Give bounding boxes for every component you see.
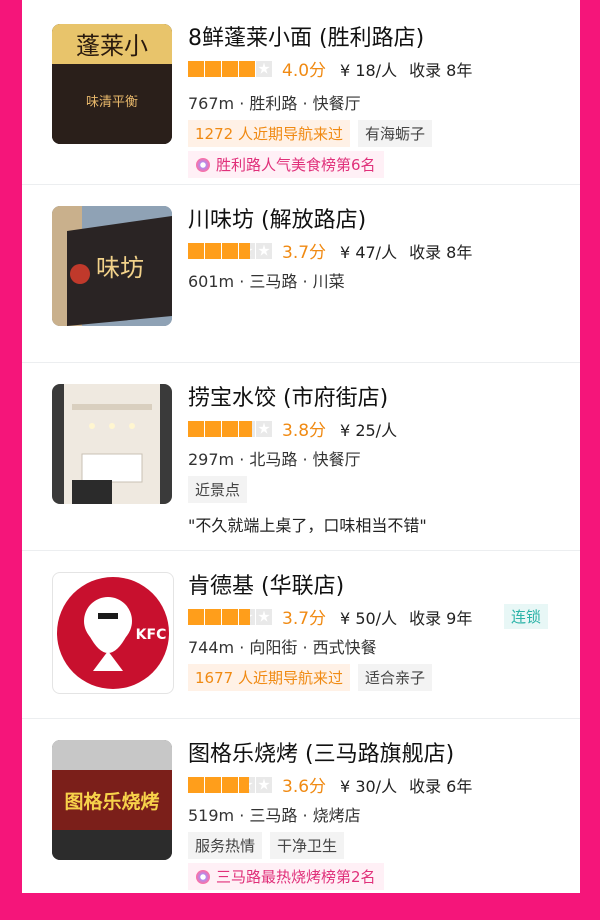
tag-list: 近景点 (188, 476, 248, 503)
star-icon (205, 608, 221, 625)
feature-tag: 服务热情 (188, 832, 263, 859)
score: 3.7分 (282, 243, 327, 263)
feature-tag: 适合亲子 (357, 664, 432, 691)
review-quote: "不久就端上桌了，口味相当不错" (188, 516, 427, 535)
feature-tag: 近景点 (188, 476, 248, 503)
star-icon (239, 608, 255, 625)
results-list: 蓬莱小 味清平衡 8鲜蓬莱小面 (胜利路店) 4.0分 ¥ 18/人 收录 8年… (22, 0, 580, 893)
star-icon (205, 420, 221, 437)
divider (22, 718, 580, 719)
feature-tag: 干净卫生 (270, 832, 345, 859)
photo-sub-text: 味清平衡 (86, 95, 138, 110)
star-icon (188, 776, 204, 793)
location-meta: 767m · 胜利路 · 快餐厅 (188, 94, 361, 113)
ranking-text: 三马路最热烧烤榜第2名 (216, 868, 376, 886)
star-icon (256, 776, 272, 793)
photo-sign-text: 图格乐烧烤 (64, 790, 159, 813)
star-icon (256, 420, 272, 437)
star-rating (188, 608, 272, 625)
restaurant-photo[interactable] (52, 384, 172, 504)
star-icon (188, 420, 204, 437)
listed-years: 收录 9年 (409, 608, 473, 628)
rating-row: 4.0分 ¥ 18/人 收录 8年 (188, 56, 484, 81)
location-meta: 601m · 三马路 · 川菜 (188, 272, 345, 291)
listed-years: 收录 8年 (409, 242, 473, 262)
rating-row: 3.8分 ¥ 25/人 (188, 416, 409, 441)
star-icon (239, 776, 255, 793)
restaurant-photo[interactable]: 图格乐烧烤 (52, 740, 172, 860)
photo-sign-text: KFC (136, 627, 167, 643)
price: ¥ 25/人 (340, 420, 398, 440)
list-item[interactable]: KFC 肯德基 (华联店) 3.7分 ¥ 50/人 收录 9年 连锁 744m … (22, 550, 580, 728)
ranking-badge[interactable]: 胜利路人气美食榜第6名 (188, 151, 384, 178)
location-meta: 519m · 三马路 · 烧烤店 (188, 806, 361, 825)
restaurant-name[interactable]: 图格乐烧烤 (三马路旗舰店) (188, 736, 454, 768)
ranking-text: 胜利路人气美食榜第6名 (216, 156, 376, 174)
star-icon (222, 608, 238, 625)
star-icon (256, 60, 272, 77)
divider (22, 550, 580, 551)
photo-sign-text: 蓬莱小 (76, 32, 148, 60)
nav-count-tag: 1272 人近期导航来过 (188, 120, 350, 147)
divider (22, 184, 580, 185)
restaurant-photo[interactable]: 蓬莱小 味清平衡 (52, 24, 172, 144)
rating-row: 3.6分 ¥ 30/人 收录 6年 (188, 772, 484, 797)
price: ¥ 50/人 (340, 608, 398, 628)
ranking-badge[interactable]: 三马路最热烧烤榜第2名 (188, 863, 384, 890)
nav-count-tag: 1677 人近期导航来过 (188, 664, 350, 691)
feature-tag: 有海蛎子 (357, 120, 432, 147)
ranking-icon (196, 157, 210, 172)
location-meta: 297m · 北马路 · 快餐厅 (188, 450, 361, 469)
star-icon (239, 242, 255, 259)
listed-years: 收录 6年 (409, 776, 473, 796)
ranking-icon (196, 869, 210, 884)
price: ¥ 47/人 (340, 242, 398, 262)
photo-sign-text: 味坊 (96, 254, 144, 282)
price: ¥ 30/人 (340, 776, 398, 796)
list-item[interactable]: 捞宝水饺 (市府街店) 3.8分 ¥ 25/人 297m · 北马路 · 快餐厅… (22, 362, 580, 540)
listed-years: 收录 8年 (409, 60, 473, 80)
star-rating (188, 242, 272, 259)
restaurant-name[interactable]: 捞宝水饺 (市府街店) (188, 380, 388, 412)
tag-list: 1272 人近期导航来过 有海蛎子 (188, 120, 432, 147)
rating-row: 3.7分 ¥ 47/人 收录 8年 (188, 238, 484, 263)
star-icon (239, 420, 255, 437)
star-icon (188, 60, 204, 77)
star-rating (188, 60, 272, 77)
score: 3.7分 (282, 609, 327, 629)
star-icon (188, 242, 204, 259)
score: 3.6分 (282, 777, 327, 797)
restaurant-name[interactable]: 8鲜蓬莱小面 (胜利路店) (188, 20, 424, 52)
star-rating (188, 420, 272, 437)
tag-list: 服务热情 干净卫生 (188, 832, 345, 859)
star-icon (205, 776, 221, 793)
restaurant-name[interactable]: 肯德基 (华联店) (188, 568, 344, 600)
location-meta: 744m · 向阳街 · 西式快餐 (188, 638, 377, 657)
restaurant-photo[interactable]: 味坊 (52, 206, 172, 326)
restaurant-photo[interactable]: KFC (52, 572, 174, 694)
price: ¥ 18/人 (340, 60, 398, 80)
tag-list: 1677 人近期导航来过 适合亲子 (188, 664, 432, 691)
star-icon (222, 60, 238, 77)
score: 3.8分 (282, 421, 327, 441)
star-icon (222, 776, 238, 793)
chain-badge: 连锁 (503, 604, 548, 629)
score: 4.0分 (282, 61, 327, 81)
restaurant-name[interactable]: 川味坊 (解放路店) (188, 202, 366, 234)
star-icon (222, 420, 238, 437)
star-icon (256, 242, 272, 259)
star-icon (256, 608, 272, 625)
list-item[interactable]: 味坊 川味坊 (解放路店) 3.7分 ¥ 47/人 收录 8年 601m · 三… (22, 184, 580, 362)
star-icon (188, 608, 204, 625)
star-icon (239, 60, 255, 77)
list-item[interactable]: 图格乐烧烤 图格乐烧烤 (三马路旗舰店) 3.6分 ¥ 30/人 收录 6年 5… (22, 718, 580, 893)
list-item[interactable]: 蓬莱小 味清平衡 8鲜蓬莱小面 (胜利路店) 4.0分 ¥ 18/人 收录 8年… (22, 8, 580, 186)
star-rating (188, 776, 272, 793)
star-icon (205, 60, 221, 77)
divider (22, 362, 580, 363)
rating-row: 3.7分 ¥ 50/人 收录 9年 (188, 604, 484, 629)
star-icon (222, 242, 238, 259)
star-icon (205, 242, 221, 259)
